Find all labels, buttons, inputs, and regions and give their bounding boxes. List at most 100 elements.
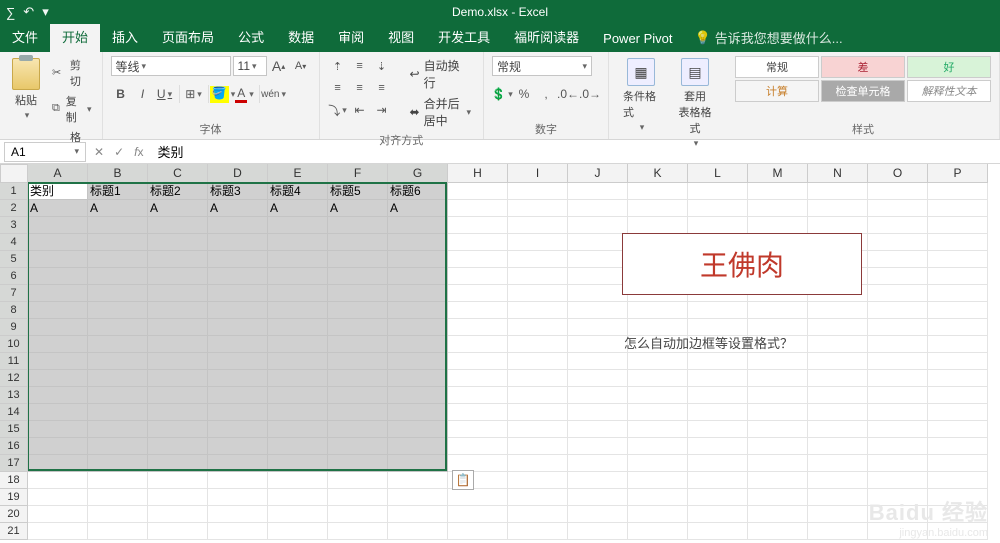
cell[interactable] <box>28 319 88 336</box>
cell[interactable] <box>88 319 148 336</box>
cell[interactable] <box>688 183 748 200</box>
style-calc[interactable]: 计算 <box>735 80 819 102</box>
cell[interactable] <box>88 489 148 506</box>
cell[interactable] <box>628 353 688 370</box>
cell[interactable] <box>28 251 88 268</box>
cell[interactable] <box>508 489 568 506</box>
cell[interactable] <box>268 285 328 302</box>
row-header-19[interactable]: 19 <box>0 489 28 506</box>
underline-button[interactable]: U▾ <box>155 84 175 104</box>
cell[interactable] <box>508 353 568 370</box>
cell[interactable] <box>388 268 448 285</box>
cell[interactable] <box>388 285 448 302</box>
cell[interactable] <box>808 353 868 370</box>
col-header-P[interactable]: P <box>928 164 988 183</box>
increase-decimal-button[interactable]: .0← <box>558 84 578 104</box>
cell[interactable] <box>448 421 508 438</box>
decrease-indent-button[interactable]: ⇤ <box>350 100 370 120</box>
cell[interactable] <box>328 506 388 523</box>
cell[interactable] <box>208 319 268 336</box>
cell[interactable] <box>148 217 208 234</box>
cell[interactable] <box>748 472 808 489</box>
cell[interactable] <box>28 370 88 387</box>
cell[interactable] <box>868 302 928 319</box>
number-format-combo[interactable]: 常规▾ <box>492 56 592 76</box>
cell[interactable] <box>328 421 388 438</box>
row-header-7[interactable]: 7 <box>0 285 28 302</box>
cell[interactable] <box>328 285 388 302</box>
cell[interactable] <box>148 251 208 268</box>
cell[interactable] <box>868 421 928 438</box>
cell[interactable] <box>448 387 508 404</box>
cell[interactable] <box>568 523 628 540</box>
cell[interactable] <box>208 472 268 489</box>
cell[interactable] <box>268 251 328 268</box>
fill-color-button[interactable]: 🪣▾ <box>213 84 233 104</box>
cell[interactable] <box>568 285 628 302</box>
cell[interactable] <box>268 489 328 506</box>
col-header-K[interactable]: K <box>628 164 688 183</box>
cell[interactable] <box>88 302 148 319</box>
cell[interactable] <box>448 217 508 234</box>
cell[interactable] <box>688 455 748 472</box>
cell[interactable] <box>208 285 268 302</box>
cell[interactable] <box>268 455 328 472</box>
cell[interactable] <box>748 421 808 438</box>
cell[interactable] <box>28 302 88 319</box>
cell[interactable] <box>868 455 928 472</box>
col-header-B[interactable]: B <box>88 164 148 183</box>
cell[interactable] <box>88 472 148 489</box>
cell[interactable] <box>928 285 988 302</box>
font-color-button[interactable]: A▾ <box>235 84 255 104</box>
cell[interactable] <box>208 353 268 370</box>
paste-options-icon[interactable]: 📋 <box>452 470 474 490</box>
col-header-J[interactable]: J <box>568 164 628 183</box>
cell[interactable] <box>568 472 628 489</box>
cell[interactable] <box>328 251 388 268</box>
cell[interactable] <box>748 387 808 404</box>
cell[interactable] <box>508 217 568 234</box>
cell[interactable] <box>628 489 688 506</box>
conditional-format-button[interactable]: ▦ 条件格式▾ <box>617 56 665 135</box>
phonetic-button[interactable]: wén▾ <box>264 84 284 104</box>
cell[interactable] <box>628 302 688 319</box>
cell[interactable] <box>688 370 748 387</box>
cell[interactable] <box>448 319 508 336</box>
cut-button[interactable]: 剪切 <box>50 56 94 90</box>
tab-formula[interactable]: 公式 <box>226 22 276 52</box>
cell[interactable]: 标题3 <box>208 183 268 200</box>
cell[interactable] <box>748 302 808 319</box>
cell[interactable] <box>748 217 808 234</box>
row-header-10[interactable]: 10 <box>0 336 28 353</box>
cell[interactable] <box>808 523 868 540</box>
cell[interactable] <box>328 387 388 404</box>
cell[interactable] <box>328 302 388 319</box>
cell[interactable] <box>148 234 208 251</box>
cell[interactable] <box>748 523 808 540</box>
cell[interactable] <box>388 438 448 455</box>
cell-styles-gallery[interactable]: 常规 差 好 计算 检查单元格 解释性文本 <box>735 56 991 102</box>
style-normal[interactable]: 常规 <box>735 56 819 78</box>
align-middle-button[interactable]: ≡ <box>350 56 370 76</box>
cell[interactable] <box>388 404 448 421</box>
cell[interactable] <box>328 438 388 455</box>
name-box[interactable]: A1▾ <box>4 142 86 162</box>
cell[interactable] <box>28 506 88 523</box>
cell[interactable]: 类别 <box>28 183 88 200</box>
cell[interactable] <box>28 336 88 353</box>
cell[interactable] <box>28 472 88 489</box>
cell[interactable] <box>808 506 868 523</box>
cell[interactable] <box>928 183 988 200</box>
cell[interactable] <box>928 438 988 455</box>
cell[interactable] <box>328 268 388 285</box>
col-header-A[interactable]: A <box>28 164 88 183</box>
cell[interactable]: A <box>328 200 388 217</box>
cell[interactable] <box>28 438 88 455</box>
cell[interactable] <box>328 319 388 336</box>
cell[interactable] <box>928 251 988 268</box>
cell[interactable] <box>928 421 988 438</box>
row-header-16[interactable]: 16 <box>0 438 28 455</box>
cell[interactable] <box>928 200 988 217</box>
cell[interactable] <box>748 438 808 455</box>
cell[interactable] <box>508 523 568 540</box>
